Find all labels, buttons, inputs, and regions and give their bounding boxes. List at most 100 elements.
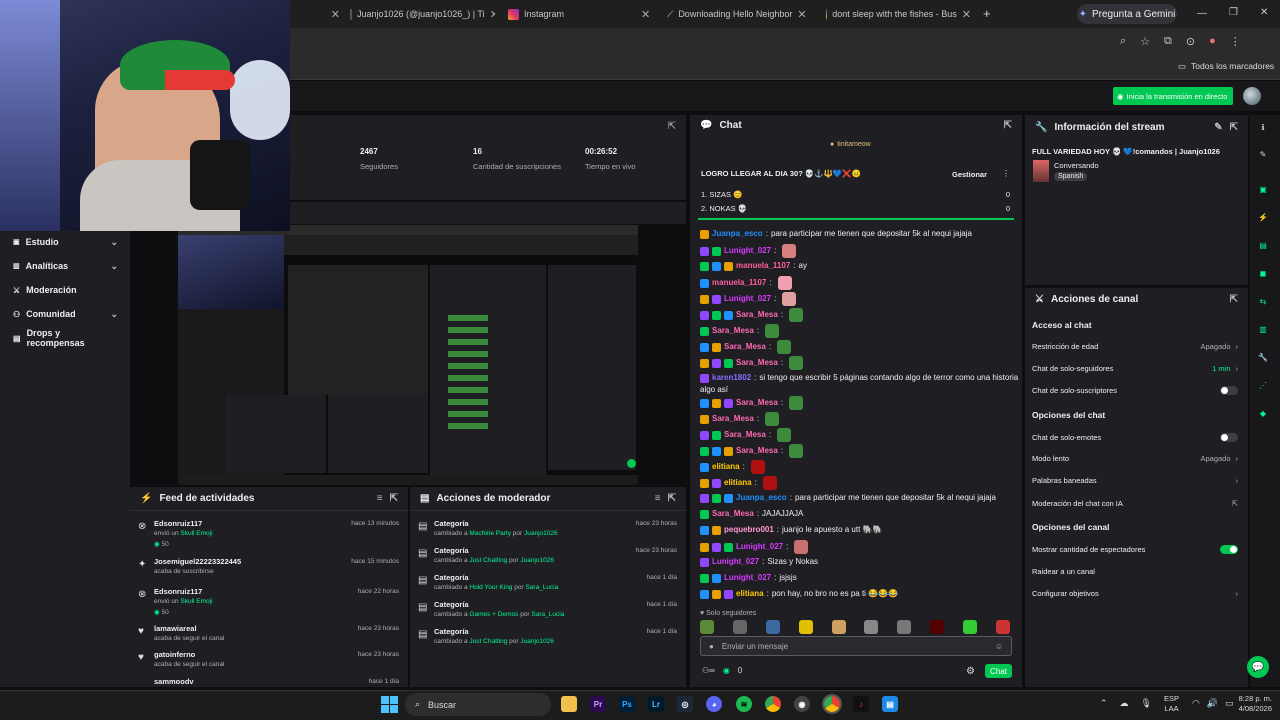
spotify-icon[interactable]: ≋ [736,696,752,712]
chat-message[interactable]: Sara_Mesa: [700,412,780,426]
profile-icon[interactable]: ● [1209,35,1216,48]
tab-tiktok[interactable]: Juanjo1026 (@juanjo1026_) | Ti ✕ [350,0,495,28]
windows-start-icon[interactable] [381,696,398,713]
chat-message[interactable]: manuela_1107: [700,276,792,290]
bolt-icon[interactable]: ⚡ [1256,210,1270,224]
maximize-button[interactable]: ❐ [1229,7,1238,18]
help-chat-button[interactable]: 💬 [1247,656,1269,678]
popout-icon[interactable]: ⇱ [1004,120,1012,131]
chat-message[interactable]: Lunight_027: [700,540,809,554]
chat-message[interactable]: Lunight_027: Sizas y Nokas [700,556,818,568]
viewer-count-toggle[interactable] [1220,544,1238,554]
emote-icon[interactable] [864,620,879,634]
emote-icon[interactable] [930,620,945,634]
close-icon[interactable]: ✕ [797,8,806,21]
goals-row[interactable]: Configurar objetivos › [1032,583,1238,603]
tag-badge[interactable]: Spanish [1054,172,1088,181]
chrome-active-icon[interactable] [822,694,842,714]
emote-icon[interactable] [765,620,780,634]
chat-message[interactable]: Juanpa_esco: para participar me tienen qu… [700,492,996,504]
chevron-up-icon[interactable]: ⌃ [1100,698,1108,709]
subs-only-row[interactable]: Chat de solo-suscriptores [1032,380,1238,400]
emote-icon[interactable] [798,620,813,634]
ai-moderation-row[interactable]: Moderación del chat con IA ⇱ [1032,493,1238,513]
close-icon[interactable]: ✕ [962,8,971,21]
settings-icon[interactable]: ⚙ [966,666,975,677]
chat-message[interactable]: manuela_1107: ay [700,260,807,272]
minimize-button[interactable]: — [1197,8,1207,19]
obs-icon[interactable]: ◉ [794,696,810,712]
age-restriction-row[interactable]: Restricción de edad Apagado › [1032,336,1238,356]
filter-icon[interactable]: ≡ [655,493,661,504]
banned-words-row[interactable]: Palabras baneadas › [1032,470,1238,490]
go-live-button[interactable]: ◉ Inicia la transmisión en directo [1113,87,1233,105]
edit-icon[interactable]: ✎ [1256,147,1270,161]
emote-icon[interactable] [963,620,977,634]
followers-only-row[interactable]: Chat de solo-seguidores 1 min › [1032,358,1238,378]
more-icon[interactable]: ⋮ [1002,169,1010,178]
chat-message[interactable]: Sara_Mesa: [700,308,804,322]
emote-picker-icon[interactable]: ● [709,642,714,651]
chat-message[interactable]: elitiana: pon hay, no bro no es pa ti 😂😂😂 [700,588,898,600]
ad-icon[interactable]: ▥ [1256,322,1270,336]
emote-icon[interactable] [700,620,714,634]
sidebar-item-community[interactable]: ⚇ Comunidad ⌄ [13,304,118,324]
chat-message[interactable]: Sara_Mesa: [700,428,792,442]
chat-send-button[interactable]: Chat [985,664,1012,678]
raid-row[interactable]: Raidear a un canal [1032,561,1238,581]
photoshop-icon[interactable]: Ps [619,696,635,712]
wrench-icon[interactable]: 🔧 [1256,350,1270,364]
file-explorer-icon[interactable] [561,696,577,712]
close-icon[interactable]: ✕ [641,8,650,21]
star-icon[interactable]: ☆ [1140,35,1150,48]
notepad-icon[interactable]: ▤ [882,696,898,712]
discord-icon[interactable]: ◕ [706,696,722,712]
doc-icon[interactable]: ▤ [1256,238,1270,252]
chat-message[interactable]: Juanpa_esco: para participar me tienen qu… [700,228,972,240]
chat-message[interactable]: algo así [700,384,728,396]
tab-google[interactable]: dont sleep with the fishes - Bus ✕ [826,0,971,28]
infinity-icon[interactable]: ⚇∞ [702,666,715,675]
gemini-button[interactable]: ✦ Pregunta a Gemini [1077,4,1177,24]
emote-icon[interactable] [732,620,747,634]
chat-message[interactable]: Sara_Mesa: [700,396,804,410]
chat-icon[interactable]: ◼ [1256,266,1270,280]
wifi-icon[interactable]: ◠ [1192,698,1200,709]
cloud-icon[interactable]: ☁ [1120,698,1129,709]
emote-only-toggle[interactable] [1220,432,1238,442]
clip-icon[interactable]: ▣ [1256,182,1270,196]
emote-icon[interactable] [897,620,912,634]
filter-icon[interactable]: ≡ [377,493,383,504]
extensions-icon[interactable]: ⧉ [1164,35,1172,48]
info-icon[interactable]: ℹ [1256,120,1270,134]
chat-message[interactable]: elitiana: [700,476,777,490]
steam-icon[interactable]: ◎ [677,696,693,712]
language-indicator[interactable]: ESP LAA [1164,694,1179,714]
chat-message[interactable]: pequebro001: juanjo le apuesto a utt 🐘🐘 [700,524,882,536]
sidebar-item-moderation[interactable]: ⚔ Moderación [13,280,118,300]
taskbar-search[interactable]: ⌕ Buscar [405,693,551,716]
menu-icon[interactable]: ⋮ [1230,35,1241,48]
sidebar-item-studio[interactable]: ▣ Estudio ⌄ [13,232,118,252]
close-icon[interactable]: ✕ [490,8,495,21]
premiere-icon[interactable]: Pr [590,696,606,712]
emote-only-row[interactable]: Chat de solo-emotes [1032,427,1238,447]
close-window-button[interactable]: ✕ [1260,7,1268,18]
popout-icon[interactable]: ⇱ [390,493,398,504]
tiktok-icon[interactable]: ♪ [853,696,869,712]
emote-icon[interactable] [831,620,846,634]
popout-icon[interactable]: ⇱ [668,121,676,132]
edit-icon[interactable]: ✎ [1214,122,1222,133]
lightroom-icon[interactable]: Lr [648,696,664,712]
popout-icon[interactable]: ⇱ [1230,294,1238,305]
stream-preview[interactable] [178,225,638,485]
chat-message[interactable]: Sara_Mesa: [700,324,780,338]
sidebar-item-analytics[interactable]: ▥ Analíticas ⌄ [13,256,118,276]
tab-instagram[interactable]: Instagram ✕ [508,0,653,28]
chat-message[interactable]: Sara_Mesa: [700,356,804,370]
chat-message[interactable]: Sara_Mesa: JAJAJJAJA [700,508,803,520]
chat-message[interactable]: Sara_Mesa: [700,444,804,458]
share-icon[interactable]: ⋰ [1256,378,1270,392]
all-bookmarks[interactable]: ▭ Todos los marcadores [1178,61,1274,72]
mic-icon[interactable]: 🎙 [1141,698,1152,709]
